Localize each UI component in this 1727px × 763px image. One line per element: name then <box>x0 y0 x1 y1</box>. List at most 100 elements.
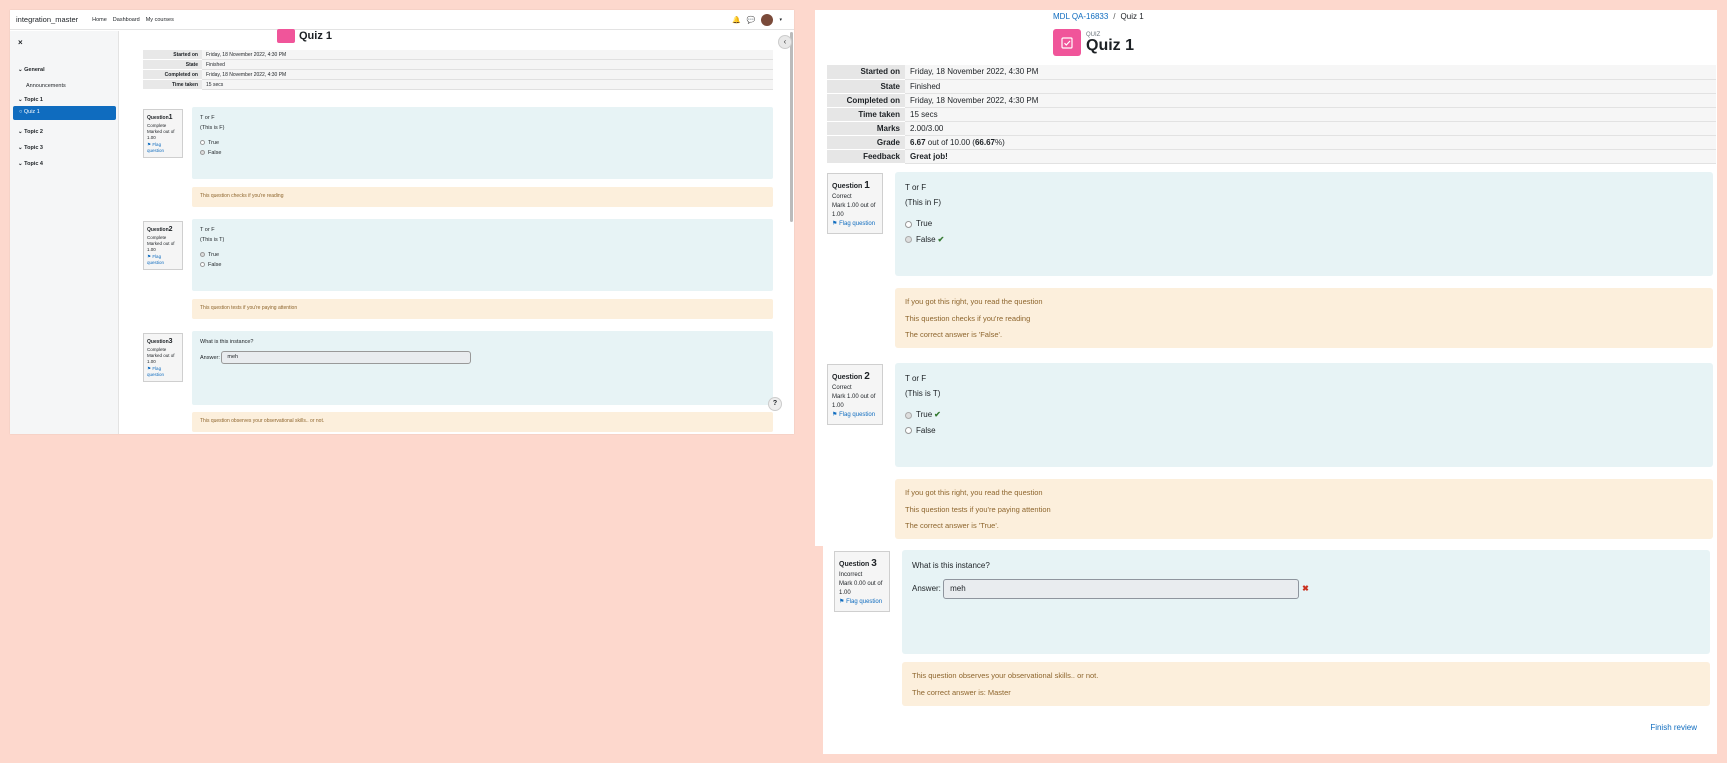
answer-option-true[interactable]: True <box>200 250 765 260</box>
table-row: Feedback Great job! <box>827 149 1716 164</box>
question-state: Incorrect <box>839 572 863 578</box>
bell-icon[interactable]: 🔔 <box>732 16 741 24</box>
radio-button[interactable] <box>905 235 912 243</box>
summary-value: 2.00/3.00 <box>905 121 1716 136</box>
scrollbar[interactable] <box>790 32 793 222</box>
summary-value: 15 secs <box>905 107 1716 122</box>
question-subtext: (This in F) <box>905 198 941 208</box>
breadcrumb-current: Quiz 1 <box>1120 12 1144 21</box>
summary-label: Time taken <box>827 107 905 122</box>
breadcrumb-course-link[interactable]: MDL QA-16833 <box>1053 12 1108 21</box>
course-index-topic-4[interactable]: ⌄ Topic 4 <box>18 161 43 167</box>
answer-input[interactable]: meh <box>221 351 472 365</box>
summary-value: Finished <box>905 79 1716 94</box>
answer-option-false[interactable]: False <box>200 148 765 158</box>
finish-review-link[interactable]: Finish review <box>1650 723 1697 732</box>
answer-option-false[interactable]: False <box>905 423 1703 438</box>
course-index-topic-2[interactable]: ⌄ Topic 2 <box>18 129 43 135</box>
question-content: What is this instance? Answer: meh ✖ <box>902 550 1710 654</box>
specific-feedback: If you got this right, you read the ques… <box>905 488 1043 497</box>
summary-value: Friday, 18 November 2022, 4:30 PM <box>905 65 1716 80</box>
chevron-down-icon[interactable]: ▾ <box>779 17 782 23</box>
right-answer: The correct answer is 'True'. <box>905 521 999 530</box>
flag-question-button[interactable]: ⚑ Flag question <box>147 254 179 267</box>
question-subtext: (This is F) <box>200 125 225 132</box>
question-prefix: Question <box>147 339 169 345</box>
flag-icon: ⚑ <box>147 253 152 259</box>
course-index-topic-3[interactable]: ⌄ Topic 3 <box>18 145 43 151</box>
flag-icon: ⚑ <box>832 412 838 418</box>
flag-question-button[interactable]: ⚑ Flag question <box>147 366 179 379</box>
site-brand[interactable]: integration_master <box>16 15 78 24</box>
question-mark: Mark 1.00 out of 1.00 <box>832 394 876 409</box>
table-row: Completed on Friday, 18 November 2022, 4:… <box>143 69 773 80</box>
right-answer: The correct answer is: Master <box>912 687 1011 697</box>
chevron-left-icon[interactable]: ‹ <box>778 35 792 49</box>
radio-button[interactable] <box>905 220 912 228</box>
nav-link-my-courses[interactable]: My courses <box>146 17 174 23</box>
course-index-label: General <box>24 67 45 73</box>
question-number: Question2 <box>147 225 179 235</box>
summary-label: Time taken <box>143 79 202 90</box>
option-label: False <box>208 150 222 157</box>
chat-icon[interactable]: 💬 <box>747 16 756 24</box>
question-number: Question 1 <box>832 178 878 193</box>
summary-label: Completed on <box>143 69 202 80</box>
course-index-quiz-1[interactable]: ○ Quiz 1 <box>13 106 116 120</box>
left-window: integration_master Home Dashboard My cou… <box>10 10 794 434</box>
flag-question-button[interactable]: ⚑ Flag question <box>147 142 179 155</box>
answer-option-false[interactable]: False ✔ <box>905 232 1703 247</box>
question-content: T or F (This is F) True False <box>192 107 773 179</box>
grade-text-end: %) <box>994 137 1005 147</box>
option-label: True <box>916 410 933 420</box>
question-info: Question1 Complete Marked out of 1.00 ⚑ … <box>143 109 183 159</box>
nav-link-dashboard[interactable]: Dashboard <box>113 17 140 23</box>
flag-icon: ⚑ <box>832 221 838 227</box>
answer-option-true[interactable]: True <box>905 216 1703 231</box>
course-index-topic-1[interactable]: ⌄ Topic 1 <box>18 97 43 103</box>
option-label: True <box>916 219 933 229</box>
summary-label: Feedback <box>827 149 905 164</box>
general-feedback: This question observes your observationa… <box>192 412 773 432</box>
right-window: MDL QA-16833 / Quiz 1 QUIZ Quiz 1 Started … <box>815 10 1717 754</box>
close-icon[interactable]: × <box>18 38 23 47</box>
radio-button[interactable] <box>200 150 205 156</box>
table-row: State Finished <box>827 79 1716 94</box>
quiz-icon <box>277 29 295 43</box>
question-subtext: (This is T) <box>905 389 941 399</box>
answer-option-false[interactable]: False <box>200 260 765 270</box>
flag-question-button[interactable]: ⚑ Flag question <box>832 411 878 420</box>
right-answer: The correct answer is 'False'. <box>905 330 1003 339</box>
summary-label: Grade <box>827 135 905 150</box>
page-header: QUIZ Quiz 1 <box>1053 29 1134 56</box>
course-index-label: Quiz 1 <box>23 109 40 115</box>
avatar[interactable] <box>761 13 774 26</box>
summary-value: Friday, 18 November 2022, 4:30 PM <box>905 93 1716 108</box>
radio-button[interactable] <box>200 262 205 268</box>
question-subtext: (This is T) <box>200 237 225 244</box>
question-num: 3 <box>168 338 173 345</box>
main-content: Quiz 1 Started on Friday, 18 November 202… <box>120 29 794 434</box>
question-text: What is this instance? <box>200 339 254 345</box>
question-info: Question3 Complete Marked out of 1.00 ⚑ … <box>143 333 183 383</box>
nav-link-home[interactable]: Home <box>92 17 107 23</box>
answer-option-true[interactable]: True ✔ <box>905 407 1703 422</box>
radio-button[interactable] <box>905 411 912 419</box>
general-feedback: This question tests if you're paying att… <box>192 299 773 319</box>
flag-question-button[interactable]: ⚑ Flag question <box>832 220 878 229</box>
summary-label: State <box>143 59 202 70</box>
answer-input[interactable]: meh <box>943 579 1300 600</box>
course-index-general[interactable]: ⌄ General <box>18 67 45 73</box>
radio-button[interactable] <box>200 139 205 145</box>
flag-label: Flag question <box>846 599 883 605</box>
help-icon[interactable]: ? <box>768 397 782 411</box>
course-index-announcements[interactable]: Announcements <box>26 83 66 89</box>
flag-question-button[interactable]: ⚑ Flag question <box>839 598 885 607</box>
page-title: Quiz 1 <box>1086 36 1135 54</box>
radio-button[interactable] <box>905 426 912 434</box>
question-text: T or F <box>905 183 927 192</box>
question-info: Question2 Complete Marked out of 1.00 ⚑ … <box>143 221 183 271</box>
answer-option-true[interactable]: True <box>200 138 765 148</box>
radio-button[interactable] <box>200 251 205 257</box>
question-num: 3 <box>871 558 877 569</box>
